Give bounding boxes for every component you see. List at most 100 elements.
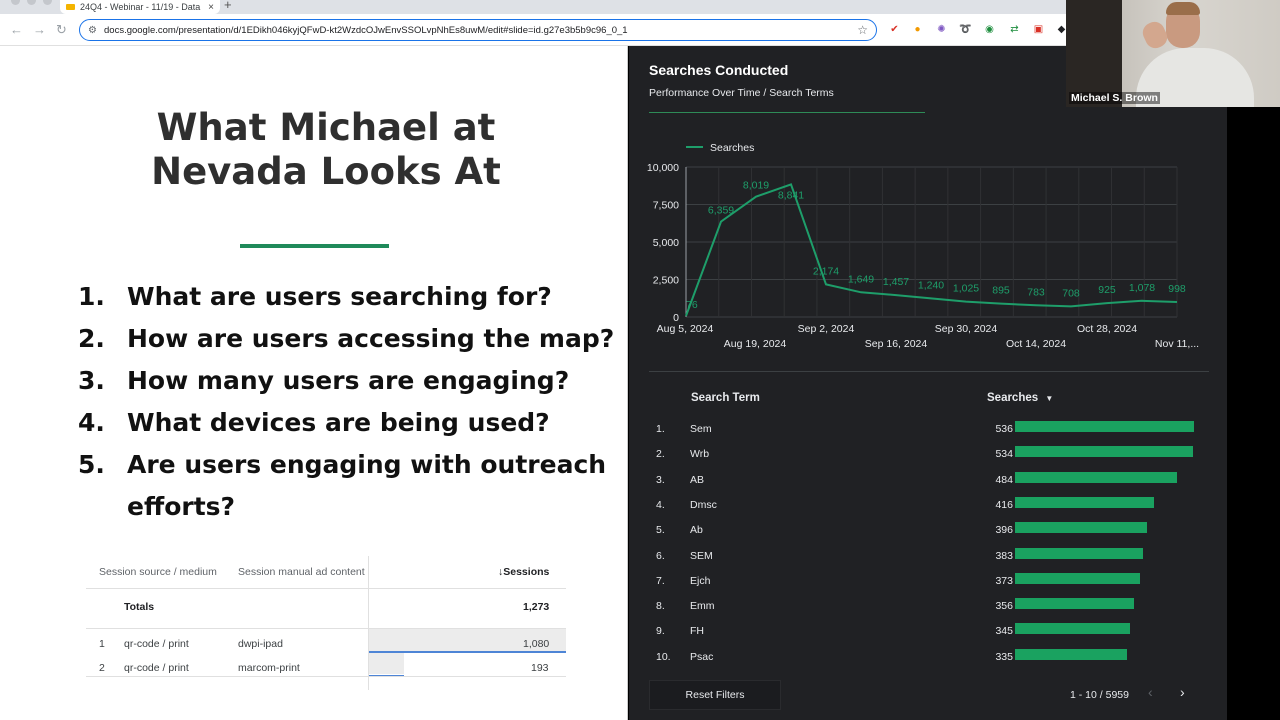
data-label: 1,649: [848, 273, 874, 285]
reload-icon[interactable]: ↻: [56, 22, 67, 38]
row-value: 534: [995, 448, 1013, 461]
window-close-control[interactable]: [11, 0, 20, 5]
row-rank: 1.: [656, 423, 665, 435]
table-row[interactable]: 4. Dmsc 416: [629, 494, 1227, 519]
next-page-icon[interactable]: ›: [1180, 684, 1185, 700]
row-sessions: 1,080: [523, 638, 550, 650]
searches-line-chart: 10,0007,5005,0002,5000 Aug 5, 2024 Sep 2,…: [647, 142, 1199, 350]
extension-w-icon[interactable]: ✔: [888, 23, 901, 36]
question-item: 1. What are users searching for?: [78, 276, 623, 318]
data-label: 925: [1098, 284, 1116, 296]
row-value: 356: [995, 600, 1013, 613]
row-bar: [1015, 471, 1177, 483]
reset-filters-button[interactable]: Reset Filters: [649, 680, 781, 710]
webcam-video: Michael S. Brown: [1066, 0, 1280, 107]
window-maximize-control[interactable]: [43, 0, 52, 5]
row-source: qr-code / print: [124, 662, 189, 674]
data-label: 895: [992, 285, 1010, 297]
y-tick-label: 10,000: [647, 162, 679, 174]
table-header: Session manual ad content: [238, 566, 365, 578]
row-rank: 10.: [656, 650, 671, 663]
browser-tab[interactable]: 24Q4 - Webinar - 11/19 - Data ×: [60, 0, 220, 14]
bookmark-star-icon[interactable]: ☆: [857, 23, 876, 37]
row-bar: [1015, 446, 1194, 458]
url-text[interactable]: docs.google.com/presentation/d/1EDikh046…: [104, 25, 857, 36]
site-info-icon[interactable]: ⚙: [88, 25, 104, 36]
extension-translate-icon[interactable]: ⇄: [1008, 23, 1021, 36]
data-label: 1,457: [883, 276, 909, 288]
data-label: 998: [1168, 283, 1186, 295]
table-separator: [649, 371, 1209, 372]
row-rank: 3.: [656, 473, 665, 486]
y-tick-label: 2,500: [653, 275, 679, 287]
question-item: 2. How are users accessing the map?: [78, 318, 623, 360]
extension-grammar-icon[interactable]: ◉: [983, 23, 996, 36]
data-label: 1,078: [1129, 282, 1155, 294]
row-value: 484: [995, 473, 1013, 486]
table-row[interactable]: 6. SEM 383: [629, 545, 1227, 570]
x-tick-label: Aug 19, 2024: [724, 338, 787, 350]
table-row[interactable]: 3. AB 484: [629, 469, 1227, 494]
row-rank: 7.: [656, 574, 665, 587]
row-rank: 5.: [656, 524, 665, 537]
extension-color-icon[interactable]: ●: [911, 23, 924, 36]
question-number: 4.: [78, 408, 105, 437]
tab-close-icon[interactable]: ×: [208, 2, 220, 13]
table-row[interactable]: 1. Sem 536: [629, 418, 1227, 443]
searches-header[interactable]: Searches ▼: [987, 392, 1053, 404]
x-tick-label: Nov 11,...: [1155, 338, 1199, 350]
extension-recording-icon[interactable]: ▣: [1032, 23, 1045, 36]
sessions-header[interactable]: ↓Sessions: [498, 566, 549, 578]
question-text: efforts?: [127, 492, 236, 521]
window-minimize-control[interactable]: [27, 0, 36, 5]
row-term: FH: [690, 625, 704, 638]
data-label: 8,019: [743, 180, 769, 192]
new-tab-button[interactable]: +: [224, 0, 232, 12]
row-term: Sem: [690, 423, 712, 435]
row-term: Psac: [690, 650, 714, 663]
row-bar: [1015, 623, 1131, 635]
table-row[interactable]: 2. Wrb 534: [629, 443, 1227, 468]
row-term: Dmsc: [690, 498, 717, 511]
presentation-slide: What Michael at Nevada Looks At 1. What …: [0, 46, 628, 720]
x-tick-label: Sep 16, 2024: [865, 338, 928, 350]
row-rank: 1: [99, 638, 105, 650]
totals-label: Totals: [124, 601, 155, 613]
address-bar[interactable]: ⚙ docs.google.com/presentation/d/1EDikh0…: [79, 19, 877, 41]
row-value: 383: [995, 549, 1013, 562]
table-row[interactable]: 7. Ejch 373: [629, 570, 1227, 595]
question-item: 3. How many users are engaging?: [78, 360, 623, 402]
slide-title-line: What Michael at: [156, 106, 496, 149]
slide-title-line: Nevada Looks At: [151, 150, 501, 193]
slides-favicon-icon: [66, 4, 75, 10]
extension-swirl-icon[interactable]: ➰: [959, 23, 972, 36]
table-row[interactable]: 9. FH 345: [629, 620, 1227, 645]
extension-gear-icon[interactable]: ✺: [935, 23, 948, 36]
dashboard-title: Searches Conducted: [649, 62, 789, 78]
row-bar: [1015, 648, 1127, 660]
row-content: marcom-print: [238, 662, 300, 674]
pagination-label: 1 - 10 / 5959: [1070, 689, 1129, 701]
x-tick-label: Oct 14, 2024: [1006, 338, 1066, 350]
previous-page-icon[interactable]: ‹: [1148, 684, 1153, 700]
data-label: 76: [686, 299, 698, 311]
table-row[interactable]: 10. Psac 335: [629, 646, 1227, 671]
row-term: Ejch: [690, 574, 711, 587]
row-rank: 9.: [656, 625, 665, 638]
question-text: What are users searching for?: [127, 282, 552, 311]
row-bar: [1015, 522, 1148, 534]
table-row[interactable]: 8. Emm 356: [629, 595, 1227, 620]
row-term: AB: [690, 473, 705, 486]
forward-arrow-icon[interactable]: →: [33, 22, 46, 37]
back-arrow-icon[interactable]: ←: [10, 22, 23, 37]
table-row[interactable]: 5. Ab 396: [629, 519, 1227, 544]
question-text: What devices are being used?: [127, 408, 550, 437]
question-text: How are users accessing the map?: [127, 324, 615, 353]
sort-desc-icon[interactable]: ▼: [1045, 394, 1053, 403]
row-value: 345: [995, 625, 1013, 638]
row-rank: 8.: [656, 600, 665, 613]
y-tick-label: 7,500: [653, 200, 679, 212]
row-content: dwpi-ipad: [238, 638, 283, 650]
search-term-header[interactable]: Search Term: [691, 392, 760, 404]
question-number: 3.: [78, 366, 105, 395]
